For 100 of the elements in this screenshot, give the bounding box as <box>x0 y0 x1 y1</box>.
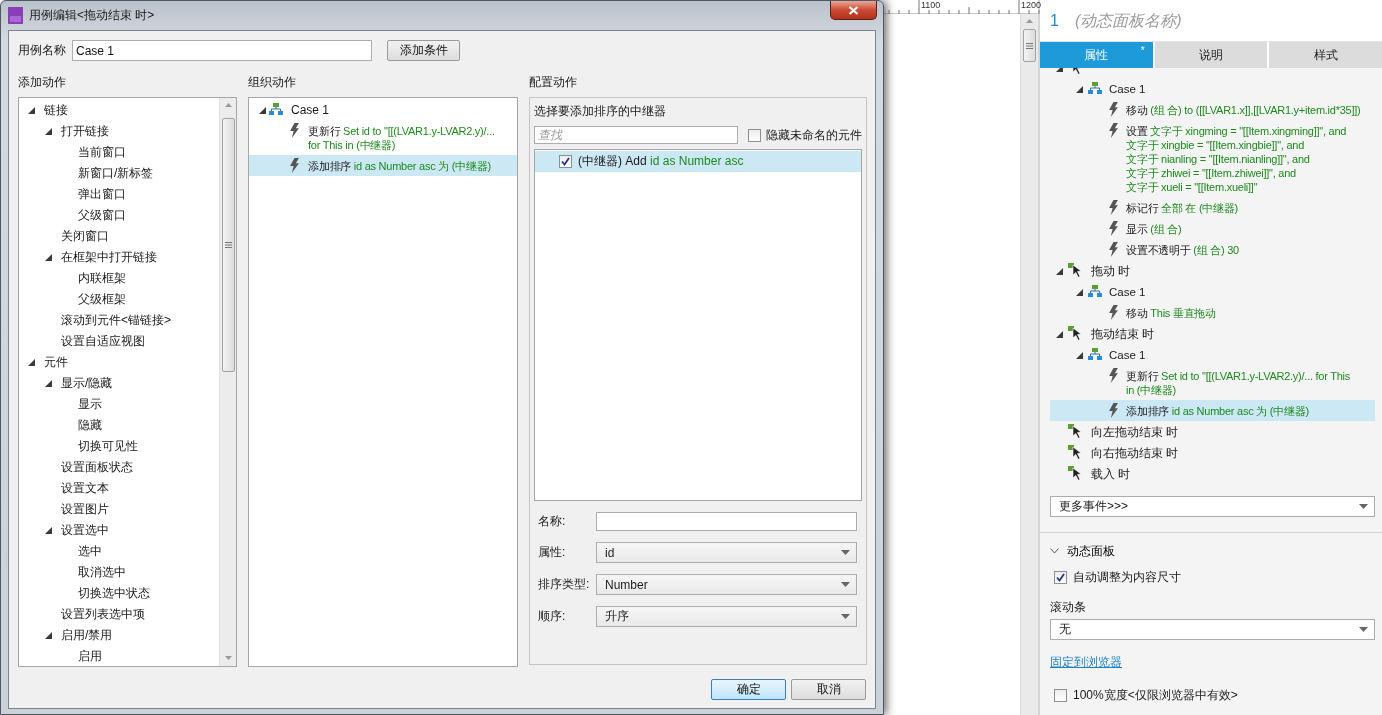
tree-row[interactable]: 移动 This 垂直拖动 <box>1050 302 1375 323</box>
name-field[interactable] <box>596 512 857 531</box>
action-tree-item[interactable]: 选中 <box>78 544 102 558</box>
field-label: 滚动条 <box>1050 599 1086 616</box>
tree-row[interactable]: 添加排序 id as Number asc 为 (中继器) <box>1050 400 1375 421</box>
expander-icon[interactable] <box>45 379 52 387</box>
expander-icon[interactable] <box>1076 288 1083 296</box>
checkbox-label: 自动调整为内容尺寸 <box>1073 569 1181 586</box>
close-button[interactable] <box>830 1 877 20</box>
scrollbar[interactable] <box>219 98 236 666</box>
dropdown[interactable]: 升序 <box>596 606 857 627</box>
widget-name-field[interactable]: (动态面板名称) <box>1072 11 1382 31</box>
expander-icon[interactable] <box>45 526 52 534</box>
cancel-button[interactable]: 取消 <box>791 679 866 700</box>
pin-link[interactable]: 固定到浏览器 <box>1050 654 1122 671</box>
lightning-icon <box>1108 221 1119 236</box>
action-tree-item[interactable]: 父级窗口 <box>78 208 126 222</box>
dropdown[interactable]: Number <box>596 574 857 595</box>
lightning-icon <box>289 158 300 173</box>
event-label[interactable]: 向左拖动结束 时 <box>1091 425 1179 439</box>
action-text: 添加排序 id as Number asc 为 (中继器) <box>308 159 491 173</box>
event-label[interactable]: 载入 时 <box>1091 467 1131 481</box>
action-tree-item[interactable]: 启用 <box>78 649 102 663</box>
scrollbar-thumb[interactable] <box>1023 29 1036 62</box>
action-tree-item[interactable]: 新窗口/新标签 <box>78 166 154 180</box>
event-label[interactable]: 拖动结束 时 <box>1091 327 1155 341</box>
action-tree-item[interactable]: 弹出窗口 <box>78 187 126 201</box>
tree-row[interactable]: Case 1 <box>249 99 517 120</box>
checkbox[interactable] <box>1054 689 1067 702</box>
action-tree-item[interactable]: 显示/隐藏 <box>61 376 113 390</box>
cursor-icon <box>1068 326 1084 341</box>
tab[interactable]: 样式 <box>1267 42 1382 68</box>
field-label: 排序类型: <box>538 576 591 593</box>
tree-row[interactable]: 显示 (组 合) <box>1050 218 1375 239</box>
scrollbar[interactable] <box>1020 14 1038 715</box>
event-label[interactable]: 拖动 时 <box>1091 264 1131 278</box>
action-tree-item[interactable]: 链接 <box>44 103 68 117</box>
action-tree-item[interactable]: 设置列表选中项 <box>61 607 145 621</box>
expander-icon[interactable] <box>28 358 35 366</box>
section-header[interactable]: 动态面板 <box>1050 543 1115 559</box>
action-tree-item[interactable]: 关闭窗口 <box>61 229 109 243</box>
expander-icon[interactable] <box>1076 351 1083 359</box>
cursor-icon <box>1068 445 1084 460</box>
action-tree-item[interactable]: 元件 <box>44 355 68 369</box>
tree-row[interactable]: 更新行 Set id to "[[(LVAR1.y-LVAR2.y)/... for This in (中继器) <box>1050 365 1375 400</box>
case-label[interactable]: Case 1 <box>1109 285 1146 299</box>
action-tree-item[interactable]: 设置图片 <box>61 502 109 516</box>
expander-icon[interactable] <box>28 106 35 114</box>
dropdown[interactable]: 无 <box>1050 619 1375 640</box>
search-field[interactable]: 查找 <box>534 126 738 144</box>
tree-row[interactable]: 设置 文字于 xingming = "[[Item.xingming]]", and 文字于 xingbie = "[[Item.xingbie]]", and 文字于 nianling = "[[Item.nianling]]", and 文字于 zhiwei = "[[Item.zhiwei]]", and 文字于 xueli = "[[Item.xueli]]" <box>1050 120 1375 197</box>
expander-icon[interactable] <box>1056 267 1063 275</box>
caret-icon <box>841 550 850 555</box>
cursor-icon <box>1068 424 1084 439</box>
tree-row[interactable]: 更新行 Set id to "[[(LVAR1.y-LVAR2.y)/... for This in (中继器) <box>249 120 517 155</box>
case-label[interactable]: Case 1 <box>1109 348 1146 362</box>
action-tree-item[interactable]: 父级框架 <box>78 292 126 306</box>
action-tree-item[interactable]: 当前窗口 <box>78 145 126 159</box>
action-tree-item[interactable]: 滚动到元件<锚链接> <box>61 313 171 327</box>
case-icon <box>1088 82 1102 94</box>
action-tree-item[interactable]: 取消选中 <box>78 565 126 579</box>
expander-icon[interactable] <box>259 106 266 114</box>
case-label[interactable]: Case 1 <box>1109 82 1146 96</box>
action-tree-item[interactable]: 隐藏 <box>78 418 102 432</box>
dropdown[interactable]: 更多事件>>> <box>1050 496 1375 517</box>
expander-icon[interactable] <box>1076 85 1083 93</box>
action-tree-item[interactable]: 打开链接 <box>61 124 109 138</box>
tab[interactable]: 说明 <box>1152 42 1268 68</box>
scrollbar-thumb[interactable] <box>221 118 235 372</box>
expander-icon[interactable] <box>45 127 52 135</box>
action-tree-item[interactable]: 显示 <box>78 397 102 411</box>
tree-row[interactable]: 移动 (组 合) to ([[LVAR1.x]],[[LVAR1.y+item.id*35]]) <box>1050 99 1375 120</box>
target-row[interactable]: (中继器) Add id as Number asc <box>535 151 861 172</box>
action-tree-item[interactable]: 内联框架 <box>78 271 126 285</box>
case-label[interactable]: Case 1 <box>291 103 330 117</box>
action-tree-item[interactable]: 切换选中状态 <box>78 586 150 600</box>
action-tree-item[interactable]: 切换可见性 <box>78 439 138 453</box>
action-tree-item[interactable]: 设置面板状态 <box>61 460 133 474</box>
action-tree-item[interactable]: 设置选中 <box>61 523 109 537</box>
case-name-field[interactable]: Case 1 <box>72 40 372 61</box>
add-condition-button[interactable]: 添加条件 <box>387 40 460 61</box>
lightning-icon <box>289 123 300 138</box>
ok-button[interactable]: 确定 <box>711 679 786 700</box>
tree-row[interactable]: 标记行 全部 在 (中继器) <box>1050 197 1375 218</box>
event-label[interactable]: 向右拖动结束 时 <box>1091 446 1179 460</box>
checkbox[interactable] <box>1054 571 1067 584</box>
checkbox[interactable] <box>748 128 761 142</box>
tree-row[interactable]: 设置不透明于 (组 合) 30 <box>1050 239 1375 260</box>
action-tree-item[interactable]: 设置自适应视图 <box>61 334 145 348</box>
checkbox[interactable] <box>559 155 572 168</box>
dropdown[interactable]: id <box>596 542 857 563</box>
expander-icon[interactable] <box>1056 330 1063 338</box>
expander-icon[interactable] <box>45 631 52 639</box>
section-title: 配置动作 <box>529 74 577 90</box>
action-tree-item[interactable]: 在框架中打开链接 <box>61 250 157 264</box>
action-tree-item[interactable]: 启用/禁用 <box>61 628 113 642</box>
tree-row[interactable]: 添加排序 id as Number asc 为 (中继器) <box>249 155 517 176</box>
target-label: 选择要添加排序的中继器 <box>534 103 667 120</box>
expander-icon[interactable] <box>45 253 52 261</box>
action-tree-item[interactable]: 设置文本 <box>61 481 109 495</box>
